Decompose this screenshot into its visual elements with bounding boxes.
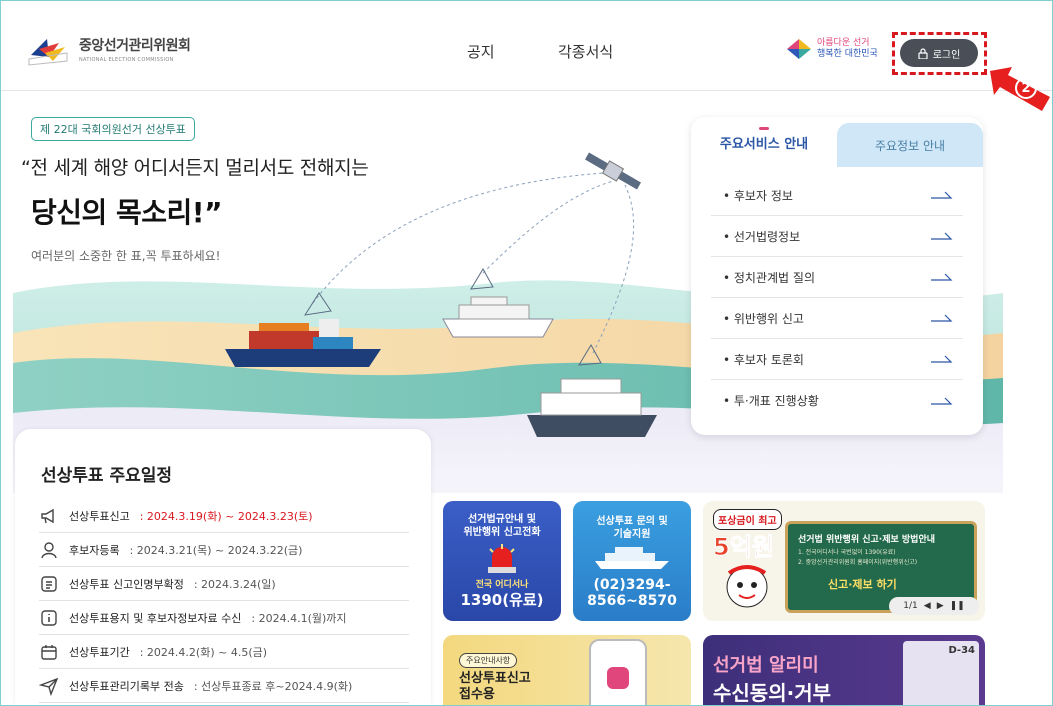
service-item-vote-count-status[interactable]: • 투·개표 진행상황 [711, 380, 963, 421]
banner-alimi[interactable]: 선거법 알리미 수신동의·거부 D-34 [703, 635, 985, 705]
slogan-diamond-icon [787, 39, 811, 59]
schedule-label: 선상투표기간 [69, 645, 130, 659]
banner-number: 1390(유료) [460, 591, 544, 609]
banner-notice[interactable]: 주요안내사항 선상투표신고 접수용 [443, 635, 691, 705]
login-button[interactable]: 로그인 [900, 39, 978, 67]
banner-line-1: 1. 전국어디서나 국번없이 1390(유료) [798, 549, 896, 556]
logo-title: 중앙선거관리위원회 [79, 38, 191, 54]
slogan-logo: 아름다운 선거 행복한 대한민국 [785, 37, 878, 61]
siren-icon [488, 544, 516, 573]
nav-forms[interactable]: 각종서식 [558, 41, 613, 62]
hero-headline-1: “전 세계 해양 어디서든지 멀리서도 전해지는 [21, 157, 369, 179]
services-list: • 후보자 정보 • 선거법령정보 • 정치관계법 질의 • 위반행위 신고 •… [711, 175, 963, 421]
banner-title: 선거법규안내 및 위반행위 신고전화 [463, 514, 541, 538]
schedule-row: 선상투표기간 : 2024.4.2(화) ~ 4.5(금) [39, 635, 409, 669]
hero-headline-2: 당신의 목소리!” [31, 196, 222, 229]
schedule-date: : 2024.4.1(월)까지 [251, 611, 347, 625]
site-header: 중앙선거관리위원회 NATIONAL ELECTION COMMISSION 공… [1, 1, 1052, 111]
pager-count: 1/1 [903, 601, 918, 611]
schedule-date: : 2024.4.2(화) ~ 4.5(금) [139, 645, 268, 659]
callout-number: 2 [1015, 77, 1037, 99]
schedule-row: 선상투표신고 : 2024.3.19(화) ~ 2024.3.23(토) [39, 499, 409, 533]
megaphone-icon [41, 508, 54, 523]
schedule-row: 후보자등록 : 2024.3.21(목) ~ 2024.3.22(금) [39, 533, 409, 567]
pager-prev-icon[interactable]: ◀ [924, 601, 931, 611]
lock-icon [918, 47, 928, 59]
banner-title: 선거법 위반행위 신고·제보 방법안내 [798, 535, 936, 545]
schedule-label: 선상투표 신고인명부확정 [69, 577, 184, 591]
send-icon [39, 677, 59, 696]
arrow-right-icon [931, 355, 953, 363]
dday-badge: D-34 [903, 641, 979, 705]
calendar-icon [41, 644, 57, 660]
schedule-title: 선상투표 주요일정 [41, 466, 173, 486]
schedule-label: 후보자등록 [69, 543, 120, 557]
pager-next-icon[interactable]: ▶ [937, 601, 944, 611]
schedule-date: : 선상투표종료 후~2024.4.9(화) [193, 679, 353, 693]
banner-number: (02)3294- 8566~8570 [587, 577, 677, 609]
nec-logo-icon [28, 39, 68, 66]
banner-pager[interactable]: 1/1 ◀ ▶ ❚❚ [889, 597, 979, 615]
banner-line-2: 2. 중앙선거관리위원회 홈페이지(위반행위신고) [798, 559, 918, 566]
person-icon [41, 541, 57, 558]
list-doc-icon [41, 575, 57, 592]
slogan-line-2: 행복한 대한민국 [817, 49, 878, 59]
schedule-row: 선상투표관리기록부 전송 : 선상투표종료 후~2024.4.9(화) [39, 669, 409, 703]
banner-title: 선상투표신고 접수용 [459, 671, 531, 702]
arrow-right-icon [931, 314, 953, 322]
nav-notice[interactable]: 공지 [467, 41, 495, 62]
reward-amount: 5억원 [713, 533, 775, 562]
info-icon [41, 609, 57, 626]
service-item-political-law-query[interactable]: • 정치관계법 질의 [711, 257, 963, 298]
service-label: • 후보자 토론회 [723, 352, 804, 367]
banner-violation-reward[interactable]: 선거법 위반행위 신고·제보 방법안내 1. 전국어디서나 국번없이 1390(… [703, 501, 985, 621]
hero-subline: 여러분의 소중한 한 표,꼭 투표하세요! [31, 249, 221, 263]
slogan-line-1: 아름다운 선거 [817, 38, 870, 48]
banner-title: 선거법 알리미 [713, 655, 819, 676]
schedule-date: : 2024.3.19(화) ~ 2024.3.23(토) [139, 509, 313, 523]
banner-subtitle: 수신동의·거부 [713, 681, 831, 705]
mascot-icon [726, 565, 768, 608]
page-frame: 중앙선거관리위원회 NATIONAL ELECTION COMMISSION 공… [0, 0, 1053, 706]
service-label: • 정치관계법 질의 [723, 270, 815, 285]
banner-report-hotline[interactable]: 선거법규안내 및 위반행위 신고전화 전국 어디서나 1390(유료) [443, 501, 561, 621]
arrow-right-icon [931, 232, 953, 240]
schedule-row: 선상투표용지 및 후보자정보자료 수신 : 2024.4.1(월)까지 [39, 601, 409, 635]
service-label: • 후보자 정보 [723, 188, 793, 203]
service-label: • 선거법령정보 [723, 229, 801, 244]
site-logo[interactable]: 중앙선거관리위원회 NATIONAL ELECTION COMMISSION [25, 31, 191, 67]
schedule-label: 선상투표관리기록부 전송 [69, 679, 184, 693]
service-label: • 위반행위 신고 [723, 311, 804, 326]
schedule-date: : 2024.3.21(목) ~ 2024.3.22(금) [129, 543, 303, 557]
tab-services[interactable]: 주요서비스 안내 [691, 117, 837, 167]
service-item-candidate-debate[interactable]: • 후보자 토론회 [711, 339, 963, 380]
banner-title: 선상투표 문의 및 기술지원 [596, 516, 668, 540]
cruise-ship-icon [595, 547, 669, 569]
schedule-date: : 2024.3.24(일) [193, 577, 276, 591]
services-panel: 주요정보 안내 주요서비스 안내 • 후보자 정보 • 선거법령정보 • 정치관… [691, 117, 983, 435]
arrow-right-icon [931, 273, 953, 281]
arrow-right-icon [931, 191, 953, 199]
schedule-label: 선상투표용지 및 후보자정보자료 수신 [69, 611, 242, 625]
phone-icon [589, 639, 647, 705]
schedule-label: 선상투표신고 [69, 509, 130, 523]
banner-tech-support[interactable]: 선상투표 문의 및 기술지원 (02)3294- 8566~8570 [573, 501, 691, 621]
election-tag: 제 22대 국회의원선거 선상투표 [31, 117, 195, 141]
banner-cta: 신고·제보 하기 [828, 578, 897, 591]
arrow-right-icon [931, 397, 953, 405]
pager-pause-icon[interactable]: ❚❚ [950, 601, 965, 611]
logo-subtitle: NATIONAL ELECTION COMMISSION [79, 57, 174, 63]
schedule-panel: 선상투표 주요일정 선상투표신고 : 2024.3.19(화) ~ 2024.3… [15, 429, 431, 705]
notice-pill: 주요안내사항 [459, 653, 518, 668]
service-item-election-law[interactable]: • 선거법령정보 [711, 216, 963, 257]
login-label: 로그인 [932, 49, 961, 61]
service-item-candidate-info[interactable]: • 후보자 정보 [711, 175, 963, 216]
schedule-row: 선상투표 신고인명부확정 : 2024.3.24(일) [39, 567, 409, 601]
tab-info[interactable]: 주요정보 안내 [837, 123, 983, 167]
service-label: • 투·개표 진행상황 [723, 394, 819, 408]
schedule-list: 선상투표신고 : 2024.3.19(화) ~ 2024.3.23(토) 후보자… [39, 499, 409, 703]
service-item-violation-report[interactable]: • 위반행위 신고 [711, 298, 963, 339]
